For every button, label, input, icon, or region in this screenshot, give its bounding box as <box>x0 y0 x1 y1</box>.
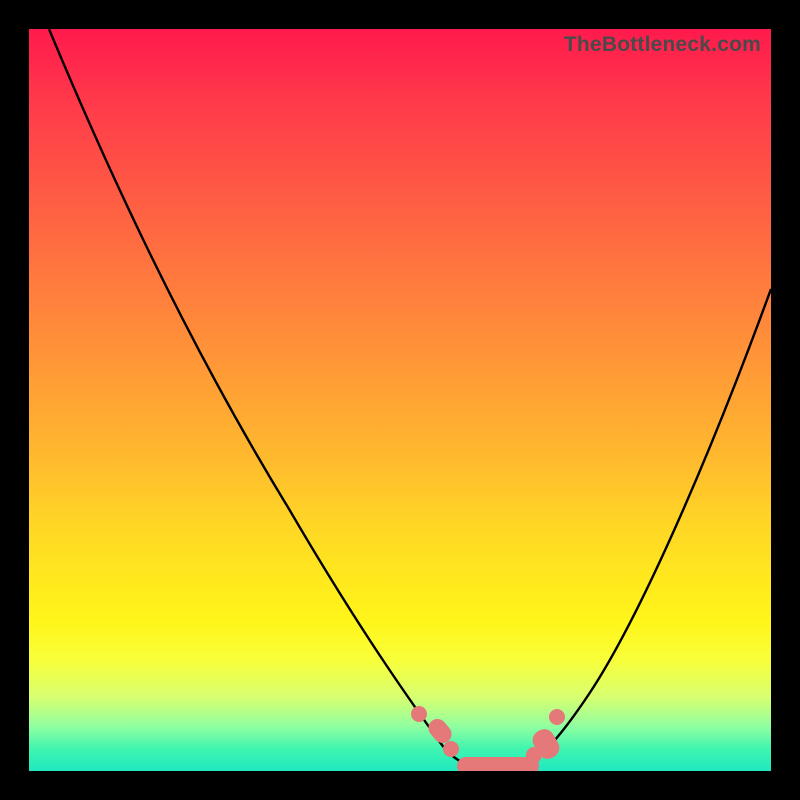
curve-left-path <box>49 29 469 765</box>
marker-dot <box>549 709 565 725</box>
marker-dot <box>411 706 427 722</box>
plot-area: TheBottleneck.com <box>29 29 771 771</box>
attribution-label: TheBottleneck.com <box>564 33 761 57</box>
marker-dot <box>443 741 459 757</box>
bottleneck-curve <box>29 29 771 771</box>
curve-right-path <box>527 289 771 765</box>
marker-flat-pill <box>457 757 539 771</box>
